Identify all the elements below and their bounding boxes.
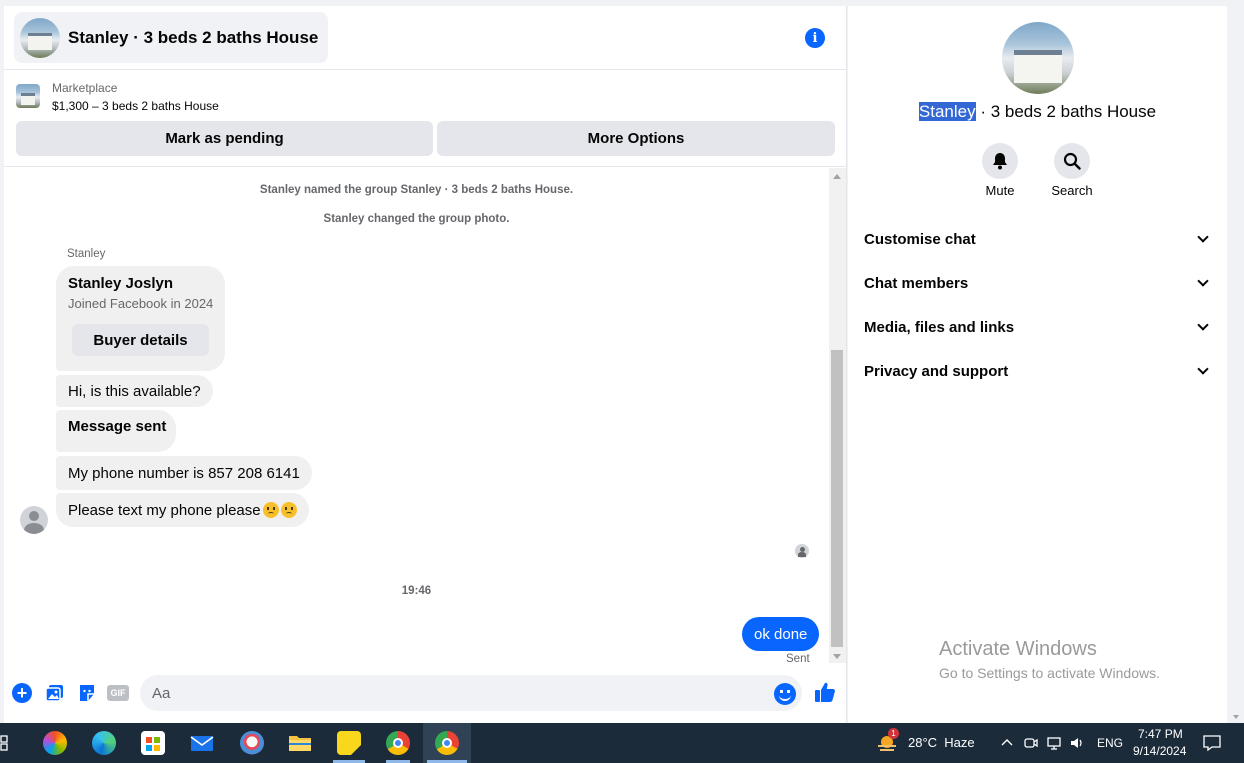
worried-face-icon bbox=[280, 502, 297, 518]
mail-icon[interactable] bbox=[190, 731, 214, 755]
watermark-title: Activate Windows bbox=[939, 638, 1097, 660]
watermark-subtitle: Go to Settings to activate Windows. bbox=[939, 665, 1160, 681]
section-label: Chat members bbox=[864, 274, 969, 292]
listing-thumbnail[interactable] bbox=[16, 84, 40, 108]
scroll-up-arrow[interactable] bbox=[833, 174, 841, 179]
weather-icon[interactable]: 1 bbox=[876, 728, 899, 753]
marketplace-label: Marketplace bbox=[52, 81, 118, 95]
chrome-icon[interactable] bbox=[386, 731, 410, 755]
sticky-notes-icon[interactable] bbox=[337, 731, 361, 755]
section-label: Media, files and links bbox=[864, 318, 1015, 336]
profile-name: Stanley Joslyn bbox=[68, 275, 174, 292]
task-view-icon[interactable] bbox=[0, 735, 8, 751]
notification-icon[interactable] bbox=[1203, 734, 1221, 752]
chevron-down-icon bbox=[1197, 319, 1209, 331]
sender-name: Stanley bbox=[67, 248, 106, 260]
composer: + GIF bbox=[4, 669, 847, 717]
message-bubble[interactable]: Hi, is this available? bbox=[56, 375, 213, 407]
scrollbar[interactable] bbox=[829, 168, 846, 663]
sent-status: Sent bbox=[786, 653, 810, 665]
message-text: My phone number is 857 208 6141 bbox=[68, 464, 300, 482]
chevron-down-icon bbox=[1197, 363, 1209, 375]
message-bubble[interactable]: Message sent bbox=[56, 410, 176, 452]
group-avatar bbox=[20, 17, 60, 58]
worried-face-icon bbox=[262, 502, 279, 518]
message-bubble[interactable]: My phone number is 857 208 6141 bbox=[56, 456, 312, 490]
gif-icon[interactable]: GIF bbox=[107, 685, 129, 701]
paint-icon[interactable] bbox=[240, 731, 264, 755]
more-options-button[interactable]: More Options bbox=[437, 121, 835, 156]
mute-button[interactable]: Mute bbox=[970, 143, 1030, 198]
section-chat-members[interactable]: Chat members bbox=[864, 273, 1213, 293]
photo-icon[interactable] bbox=[45, 683, 65, 703]
weather-badge: 1 bbox=[888, 728, 899, 739]
chat-title: Stanley · 3 beds 2 baths House bbox=[68, 27, 319, 47]
search-label: Search bbox=[1051, 183, 1093, 198]
plus-icon[interactable]: + bbox=[12, 683, 32, 703]
thumbs-up-icon[interactable] bbox=[814, 681, 836, 708]
section-label: Privacy and support bbox=[864, 362, 1009, 380]
info-icon[interactable]: i bbox=[805, 28, 825, 48]
copilot-icon[interactable] bbox=[43, 731, 67, 755]
scroll-thumb[interactable] bbox=[831, 350, 843, 647]
details-pane: Stanley · 3 beds 2 baths House Mute Sear… bbox=[848, 6, 1239, 723]
volume-icon[interactable] bbox=[1070, 736, 1084, 750]
message-input[interactable] bbox=[140, 675, 802, 711]
timestamp: 19:46 bbox=[401, 585, 432, 597]
weather-text[interactable]: 28°C Haze bbox=[908, 735, 975, 750]
clock-time[interactable]: 7:47 PM bbox=[1138, 727, 1183, 741]
group-name-rest: · 3 beds 2 baths House bbox=[975, 102, 1157, 121]
group-photo[interactable] bbox=[1002, 22, 1074, 94]
taskbar: 1 28°C Haze ENG 7:47 PM 9/14/2024 bbox=[0, 723, 1244, 763]
search-button[interactable]: Search bbox=[1042, 143, 1102, 198]
group-name: Stanley · 3 beds 2 baths House bbox=[848, 102, 1227, 122]
network-icon[interactable] bbox=[1047, 736, 1061, 750]
mark-pending-button[interactable]: Mark as pending bbox=[16, 121, 433, 156]
message-text: Message sent bbox=[68, 418, 167, 435]
sender-avatar[interactable] bbox=[20, 506, 48, 534]
section-customise-chat[interactable]: Customise chat bbox=[864, 229, 1213, 249]
chevron-down-icon bbox=[1197, 231, 1209, 243]
file-explorer-icon[interactable] bbox=[288, 731, 312, 755]
selected-text: Stanley bbox=[918, 102, 976, 121]
listing-title[interactable]: $1,300 – 3 beds 2 baths House bbox=[52, 99, 219, 113]
language-indicator[interactable]: ENG bbox=[1097, 736, 1123, 750]
message-text: Hi, is this available? bbox=[68, 382, 201, 400]
chat-pane: Stanley · 3 beds 2 baths House i Marketp… bbox=[4, 6, 847, 723]
message-text: ok done bbox=[754, 625, 808, 643]
emoji-icon[interactable] bbox=[774, 683, 796, 705]
system-message: Stanley named the group Stanley · 3 beds… bbox=[259, 184, 574, 196]
profile-subtitle: Joined Facebook in 2024 bbox=[68, 296, 214, 311]
chrome-profile-icon[interactable] bbox=[435, 731, 459, 755]
mute-label: Mute bbox=[985, 183, 1015, 198]
store-icon[interactable] bbox=[141, 731, 165, 755]
my-message-bubble[interactable]: ok done bbox=[742, 617, 820, 651]
marketplace-bar: Marketplace $1,300 – 3 beds 2 baths Hous… bbox=[4, 70, 847, 167]
section-media-files-links[interactable]: Media, files and links bbox=[864, 317, 1213, 337]
chevron-up-icon[interactable] bbox=[1000, 736, 1014, 750]
search-icon bbox=[1054, 143, 1090, 179]
edge-icon[interactable] bbox=[92, 731, 116, 755]
chat-header: Stanley · 3 beds 2 baths House i bbox=[4, 6, 847, 70]
chat-title-button[interactable]: Stanley · 3 beds 2 baths House bbox=[14, 12, 329, 63]
message-bubble[interactable]: Please text my phone please bbox=[56, 493, 309, 527]
section-privacy-support[interactable]: Privacy and support bbox=[864, 361, 1213, 381]
message-text: Please text my phone please bbox=[68, 501, 261, 519]
system-message: Stanley changed the group photo. bbox=[323, 213, 510, 225]
scroll-down-arrow[interactable] bbox=[833, 654, 841, 659]
section-label: Customise chat bbox=[864, 230, 976, 248]
message-list: Stanley named the group Stanley · 3 beds… bbox=[4, 168, 829, 665]
meet-icon[interactable] bbox=[1024, 736, 1038, 750]
seen-avatar-icon bbox=[795, 544, 809, 558]
bell-icon bbox=[982, 143, 1018, 179]
activate-windows-watermark: Activate Windows Go to Settings to activ… bbox=[939, 638, 1160, 681]
profile-card: Stanley Joslyn Joined Facebook in 2024 B… bbox=[56, 266, 225, 371]
chevron-down-icon bbox=[1197, 275, 1209, 287]
scroll-down-arrow[interactable] bbox=[1233, 715, 1239, 719]
sticker-icon[interactable] bbox=[77, 683, 97, 703]
clock-date[interactable]: 9/14/2024 bbox=[1133, 744, 1186, 758]
buyer-details-button[interactable]: Buyer details bbox=[72, 324, 209, 356]
